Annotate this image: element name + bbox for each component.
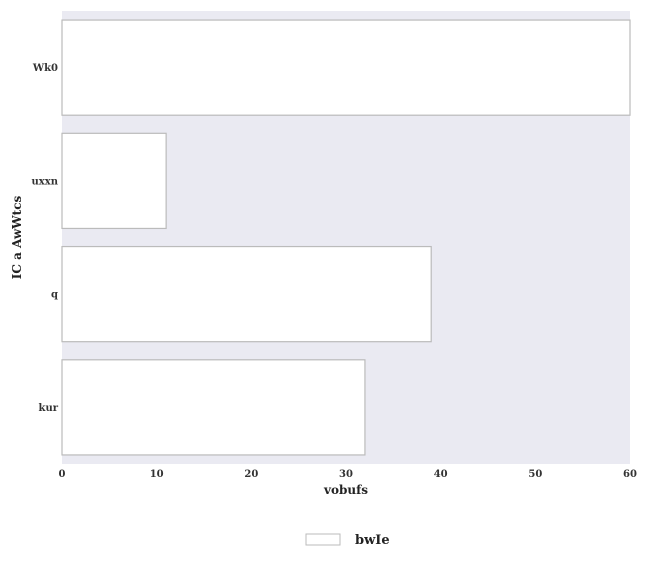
legend-label: bwIe bbox=[355, 533, 390, 548]
y-tick-label: kur bbox=[39, 403, 59, 414]
y-tick-label: uxxn bbox=[32, 176, 59, 187]
bar-kur bbox=[61, 359, 366, 456]
x-tick-label: 40 bbox=[434, 469, 448, 480]
bar-chart: Wk0 uxxn q kur 0 10 20 30 40 50 60 vobufs IC a Aw… bbox=[10, 11, 637, 548]
y-axis-label: IC a AwWtcs bbox=[10, 195, 24, 279]
bar-q bbox=[61, 245, 432, 343]
x-tick-label: 10 bbox=[150, 469, 164, 480]
x-tick-label: 20 bbox=[244, 469, 258, 480]
x-tick-label: 60 bbox=[623, 469, 637, 480]
y-tick-label: Wk0 bbox=[32, 63, 58, 74]
bar-Wk0 bbox=[61, 19, 631, 116]
y-tick-label: q bbox=[51, 290, 58, 301]
bar-uxxn bbox=[61, 132, 167, 230]
x-tick-labels: 0 10 20 30 40 50 60 bbox=[59, 469, 637, 480]
legend-swatch bbox=[305, 533, 341, 546]
x-tick-label: 50 bbox=[528, 469, 542, 480]
x-tick-label: 30 bbox=[339, 469, 353, 480]
legend: bwIe bbox=[305, 533, 390, 548]
x-tick-label: 0 bbox=[59, 469, 66, 480]
y-tick-labels: Wk0 uxxn q kur bbox=[32, 63, 59, 414]
x-axis-label: vobufs bbox=[323, 483, 368, 497]
